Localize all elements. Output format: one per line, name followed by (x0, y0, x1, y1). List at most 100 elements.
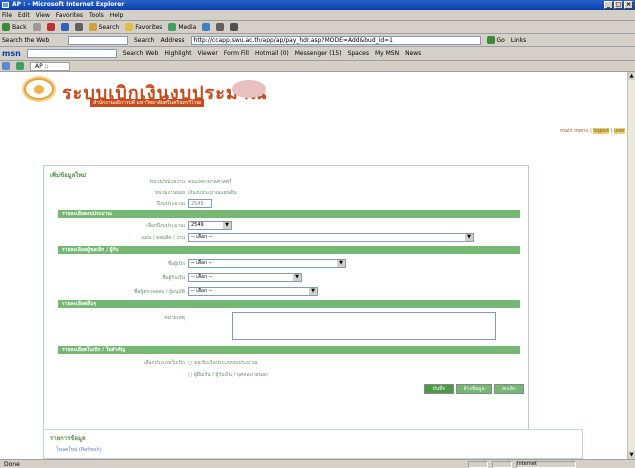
reset-button[interactable]: ล้างข้อมูล (456, 384, 492, 394)
note-textarea[interactable] (232, 312, 496, 340)
payee-receiver-select[interactable]: -- เลือก -- ▼ (188, 273, 302, 282)
my-msn-button[interactable]: My MSN (375, 50, 399, 57)
internet-zone: Internet (516, 460, 576, 468)
quick-tabs-icon[interactable] (2, 62, 10, 70)
stop-icon[interactable] (46, 23, 55, 31)
doc-type-option-2[interactable]: ○ ผู้ยืมเงิน / ผู้รับเงิน / บุคคลภายนอก (188, 371, 268, 379)
chevron-down-icon: ▼ (465, 234, 473, 241)
title-bar: AP : - Microsoft Internet Explorer _ □ × (0, 0, 635, 10)
hotmail-button[interactable]: Hotmail (0) (255, 50, 289, 57)
history-icon[interactable] (202, 23, 211, 31)
doc-type-option-1[interactable]: ○ ขอเบิกเงินประเภทงบประมาณ (188, 359, 258, 367)
vertical-scrollbar[interactable]: ▲ ▼ (627, 72, 635, 459)
save-button[interactable]: บันทึก (424, 384, 454, 394)
coins-image (232, 80, 266, 98)
banner-subtitle: สำนักงานอธิการบดี มหาวิทยาลัยศรีนครินทรว… (90, 99, 205, 107)
search-web-label: Search the Web (2, 36, 50, 44)
field-doc-type-2: ○ ผู้ยืมเงิน / ผู้รับเงิน / บุคคลภายนอก (58, 369, 520, 380)
favorites-button[interactable]: Favorites (125, 23, 162, 31)
go-button[interactable]: Go (486, 36, 505, 44)
scroll-up-icon[interactable]: ▲ (628, 72, 635, 80)
maximize-button[interactable]: □ (614, 1, 623, 9)
standard-toolbar: Back Search Favorites Media (0, 21, 635, 34)
status-bar: Done Internet (0, 459, 635, 468)
status-text: Done (4, 460, 20, 468)
news-button[interactable]: News (405, 50, 421, 57)
chevron-down-icon: ▼ (223, 222, 231, 229)
scroll-down-icon[interactable]: ▼ (628, 451, 635, 459)
field-payee-receiver: ชื่อผู้รับเงิน -- เลือก -- ▼ (58, 272, 520, 283)
field-subunit: หน่วยงานย่อย เงินงบประมาณแผ่นดิน (155, 189, 237, 196)
banner: ระบบเบิกเงินงบประมาณ สำนักงานอธิการบดี ม… (0, 72, 627, 138)
links-button[interactable]: Links (511, 37, 526, 44)
field-fiscal-year: ปีงบประมาณ 2549 (58, 198, 520, 209)
refresh-icon[interactable] (60, 23, 69, 31)
minimize-button[interactable]: _ (604, 1, 613, 9)
ie-icon (2, 2, 9, 8)
section-other: รายละเอียดอื่นๆ (58, 300, 520, 308)
add-icon[interactable] (16, 62, 24, 70)
tabs-bar: AP :: (0, 61, 635, 72)
mail-icon[interactable] (216, 23, 225, 31)
field-doc-type: เลือกประเภทใบเบิก ○ ขอเบิกเงินประเภทงบประ… (143, 359, 258, 367)
browser-window: AP : - Microsoft Internet Explorer _ □ ×… (0, 0, 635, 468)
budget-year-select[interactable]: 2549 ▼ (188, 221, 232, 230)
home-icon[interactable] (74, 23, 83, 31)
menu-favorites[interactable]: Favorites (56, 12, 83, 19)
address-bar: Search the Web Search Address http://cca… (0, 34, 635, 47)
menu-tools[interactable]: Tools (89, 12, 104, 19)
spaces-button[interactable]: Spaces (348, 50, 369, 57)
search-web-button[interactable]: Search (134, 37, 155, 44)
viewer-button[interactable]: Viewer (198, 50, 218, 57)
list-header: รายการข้อมูล (50, 435, 86, 442)
menu-view[interactable]: View (36, 12, 50, 19)
menu-bar: File Edit View Favorites Tools Help (0, 10, 635, 21)
search-web-input[interactable] (68, 35, 128, 45)
list-panel: รายการข้อมูล โหลดใหม่ (Refresh) (43, 429, 583, 459)
highlight-button[interactable]: Highlight (164, 50, 191, 57)
chevron-down-icon: ▼ (309, 288, 317, 295)
messenger-button[interactable]: Messenger (15) (295, 50, 342, 57)
plan-select[interactable]: -- เลือก -- ▼ (188, 233, 474, 242)
field-payee-name: ชื่อผู้เบิก -- เลือก -- ▼ (58, 258, 520, 269)
media-button[interactable]: Media (168, 23, 196, 31)
address-input[interactable]: http://ccapp.swu.ac.th/app/ap/pay_hdr.as… (190, 35, 481, 45)
user-link[interactable]: user (614, 128, 625, 134)
section-budget: รายละเอียดงบประมาณ (58, 210, 520, 218)
menu-edit[interactable]: Edit (18, 12, 30, 19)
refresh-link[interactable]: โหลดใหม่ (Refresh) (44, 446, 582, 454)
chevron-down-icon: ▼ (337, 260, 345, 267)
approver-select[interactable]: -- เลือก -- ▼ (188, 287, 318, 296)
field-unit: หน่วย/หน่วยงาน คณะพยาบาลศาสตร์ (149, 178, 232, 185)
section-doc: รายละเอียดใบเบิก / ใบสำคัญ (58, 346, 520, 354)
tab-ap[interactable]: AP :: (30, 61, 70, 71)
field-plan: แผน / ผลผลิต / งาน -- เลือก -- ▼ (58, 232, 520, 243)
favorites-icon (125, 23, 134, 31)
university-logo (24, 78, 54, 100)
page-content: ระบบเบิกเงินงบประมาณ สำนักงานอธิการบดี ม… (0, 72, 627, 459)
status-segment (468, 460, 488, 468)
msn-search-input[interactable] (26, 49, 117, 58)
back-button[interactable]: Back (2, 23, 27, 31)
print-icon[interactable] (230, 23, 239, 31)
section-payee: รายละเอียดผู้ขอเบิก / ผู้รับ (58, 246, 520, 254)
go-arrow-icon (486, 36, 495, 44)
search-icon (88, 23, 97, 31)
field-approver: ชื่อผู้ตรวจสอบ / ผู้อนุมัติ -- เลือก -- ▼ (58, 286, 520, 297)
payee-name-select[interactable]: -- เลือก -- ▼ (188, 259, 346, 268)
form-fill-button[interactable]: Form Fill (224, 50, 249, 57)
logout-link[interactable]: logout (593, 128, 610, 134)
search-button[interactable]: Search (88, 23, 119, 31)
close-button[interactable]: × (624, 1, 633, 9)
chevron-down-icon: ▼ (293, 274, 301, 281)
forward-arrow-icon[interactable] (32, 23, 41, 31)
cancel-button[interactable]: ยกเลิก (494, 384, 524, 394)
main-menu-link[interactable]: main menu (560, 128, 588, 134)
menu-file[interactable]: File (2, 12, 12, 19)
user-links: main menu | logout | user (560, 128, 625, 134)
msn-toolbar: msn Search Web Highlight Viewer Form Fil… (0, 47, 635, 61)
msn-search-web-button[interactable]: Search Web (123, 50, 159, 57)
status-segment (492, 460, 512, 468)
window-title: AP : - Microsoft Internet Explorer (12, 1, 125, 8)
menu-help[interactable]: Help (110, 12, 124, 19)
